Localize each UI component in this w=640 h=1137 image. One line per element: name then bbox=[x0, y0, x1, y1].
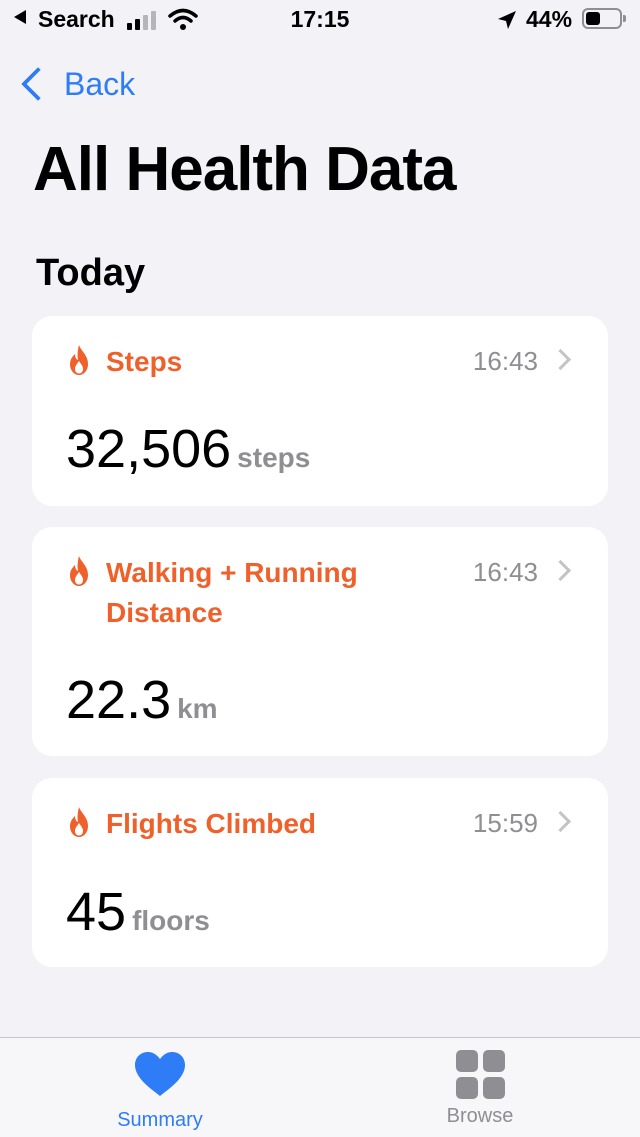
metric-time: 15:59 bbox=[472, 808, 538, 838]
battery-icon bbox=[582, 8, 626, 29]
location-arrow-icon bbox=[498, 11, 516, 29]
flights-climbed-card[interactable]: Flights Climbed 15:59 45 floors bbox=[32, 778, 608, 967]
heart-icon bbox=[135, 1052, 185, 1096]
section-title-today: Today bbox=[36, 252, 146, 294]
metric-unit: steps bbox=[237, 442, 311, 473]
flame-icon bbox=[70, 556, 88, 586]
tab-summary-label: Summary bbox=[117, 1109, 203, 1131]
chevron-right-icon bbox=[549, 348, 572, 371]
status-bar: Search 17:15 44% bbox=[0, 0, 640, 40]
metric-value: 45 bbox=[66, 882, 127, 942]
tab-browse[interactable]: Browse bbox=[400, 1050, 560, 1128]
back-button[interactable]: Back bbox=[16, 62, 135, 106]
back-button-label: Back bbox=[64, 65, 136, 102]
metric-value: 32,506 bbox=[66, 419, 232, 479]
metric-name: Walking + Running Distance bbox=[106, 557, 358, 628]
chevron-left-icon bbox=[21, 67, 55, 101]
walking-running-distance-card[interactable]: Walking + Running Distance 16:43 22.3 km bbox=[32, 527, 608, 756]
flame-icon bbox=[70, 345, 88, 375]
page-title: All Health Data bbox=[33, 135, 457, 204]
chevron-right-icon bbox=[549, 810, 572, 833]
battery-percent: 44% bbox=[526, 6, 573, 32]
metric-name: Steps bbox=[106, 346, 183, 377]
flame-icon bbox=[70, 807, 88, 837]
steps-card[interactable]: Steps 16:43 32,506 steps bbox=[32, 316, 608, 506]
metric-name: Flights Climbed bbox=[106, 808, 316, 839]
grid-icon bbox=[455, 1050, 505, 1099]
metric-unit: km bbox=[177, 693, 218, 724]
chevron-right-icon bbox=[549, 559, 572, 582]
metric-time: 16:43 bbox=[472, 557, 538, 587]
metric-value: 22.3 bbox=[66, 670, 172, 730]
tab-summary[interactable]: Summary bbox=[80, 1050, 240, 1132]
tab-browse-label: Browse bbox=[446, 1105, 514, 1127]
metric-unit: floors bbox=[132, 905, 210, 936]
tab-bar: Summary Browse bbox=[0, 1037, 640, 1137]
metric-time: 16:43 bbox=[472, 346, 538, 376]
